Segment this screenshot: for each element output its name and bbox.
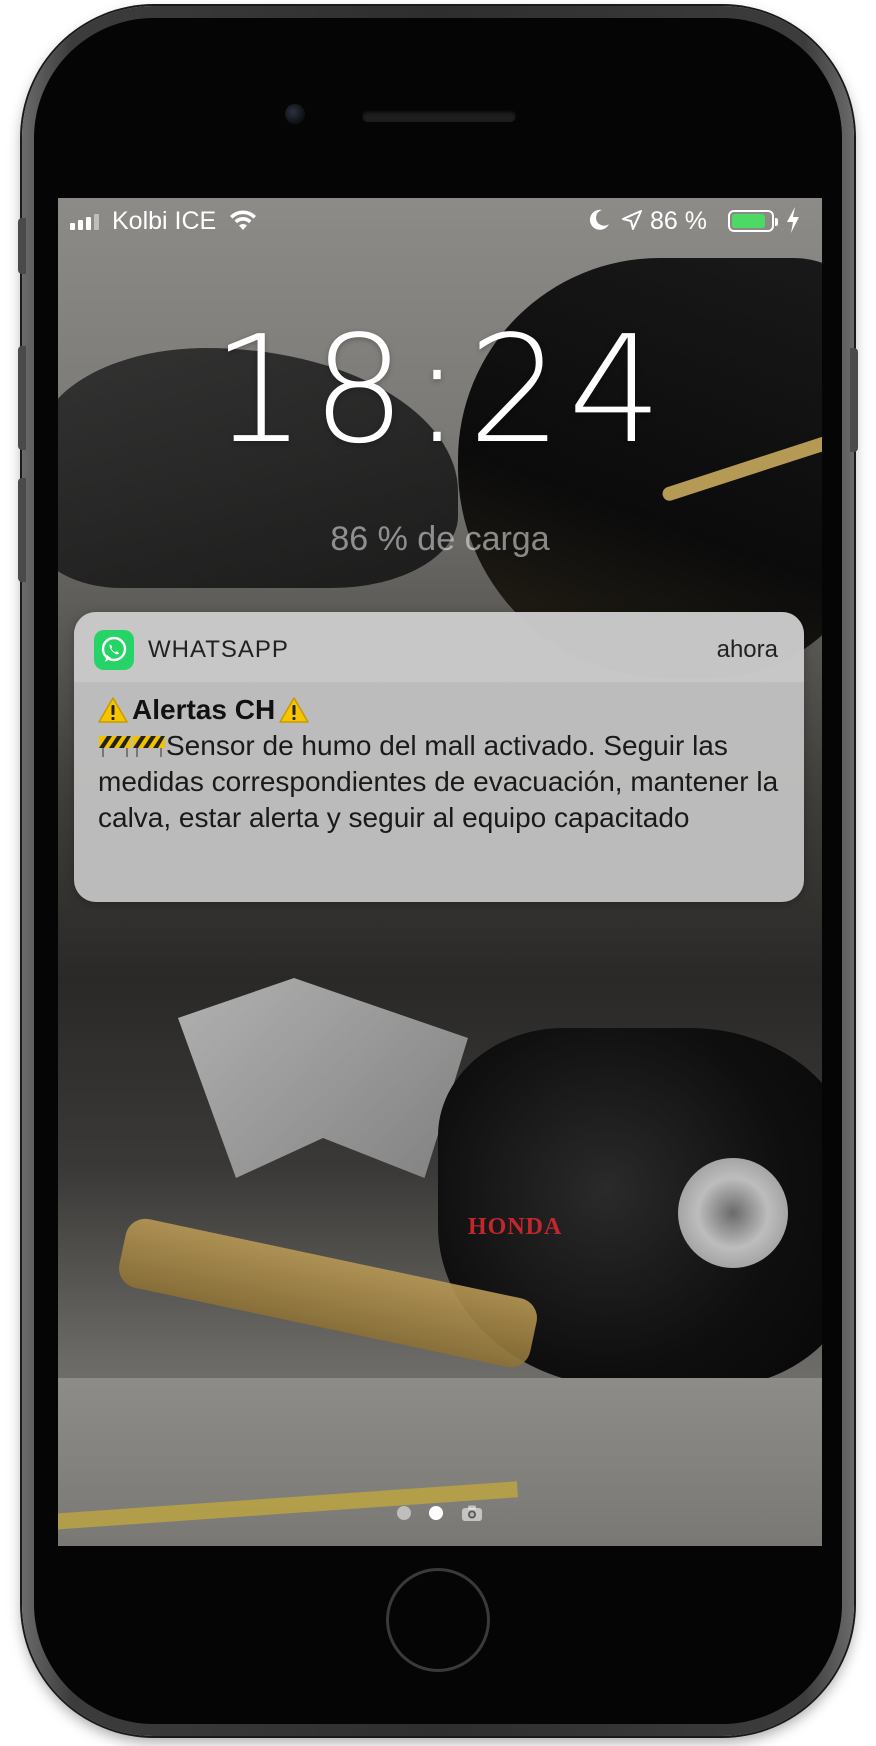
status-bar: Kolbi ICE 86 % bbox=[58, 198, 822, 248]
carrier-name: Kolbi ICE bbox=[112, 207, 217, 235]
notification-title: Alertas CH bbox=[98, 694, 309, 726]
notification-body-text: Sensor de humo del mall activado. Seguir… bbox=[98, 730, 779, 833]
whatsapp-icon bbox=[94, 630, 134, 670]
construction-tape-icon bbox=[133, 736, 165, 757]
signal-icon bbox=[70, 212, 99, 230]
notification-body: Sensor de humo del mall activado. Seguir… bbox=[98, 728, 788, 836]
battery-icon bbox=[728, 210, 778, 232]
charging-status-text: 86 % de carga bbox=[330, 520, 550, 558]
lock-screen-time: 18:24 bbox=[211, 304, 669, 476]
earpiece-speaker bbox=[362, 110, 516, 122]
notification-time: ahora bbox=[716, 636, 778, 663]
mute-switch bbox=[18, 218, 26, 274]
page-indicator[interactable] bbox=[58, 1504, 822, 1522]
notification-title-text: Alertas CH bbox=[132, 694, 276, 725]
wallpaper-frame-slider bbox=[678, 1158, 788, 1268]
wifi-icon bbox=[230, 210, 256, 230]
volume-up-button bbox=[18, 346, 26, 450]
warning-icon bbox=[279, 697, 309, 723]
camera-icon[interactable] bbox=[461, 1504, 483, 1522]
warning-icon bbox=[98, 697, 128, 723]
front-camera bbox=[285, 104, 305, 124]
construction-tape-icon bbox=[99, 736, 131, 757]
battery-percentage: 86 % bbox=[650, 207, 707, 235]
charging-bolt-icon bbox=[787, 207, 799, 233]
volume-down-button bbox=[18, 478, 26, 582]
moon-icon bbox=[589, 209, 609, 230]
wallpaper-frame bbox=[178, 978, 468, 1178]
whatsapp-notification[interactable]: WHATSAPP ahora Alertas CH Sensor de humo… bbox=[74, 612, 804, 902]
location-arrow-icon bbox=[622, 210, 642, 230]
power-button bbox=[850, 348, 858, 452]
notification-app-name: WHATSAPP bbox=[148, 636, 289, 663]
page-dot-2-active[interactable] bbox=[429, 1506, 443, 1520]
page-dot-1[interactable] bbox=[397, 1506, 411, 1520]
battery-level-fill bbox=[732, 214, 765, 228]
wallpaper-brand-logo: HONDA bbox=[468, 1214, 563, 1240]
lock-screen: HONDA Kolbi ICE 86 % 18:24 86 % de carga bbox=[58, 198, 822, 1546]
home-button[interactable] bbox=[386, 1568, 490, 1672]
